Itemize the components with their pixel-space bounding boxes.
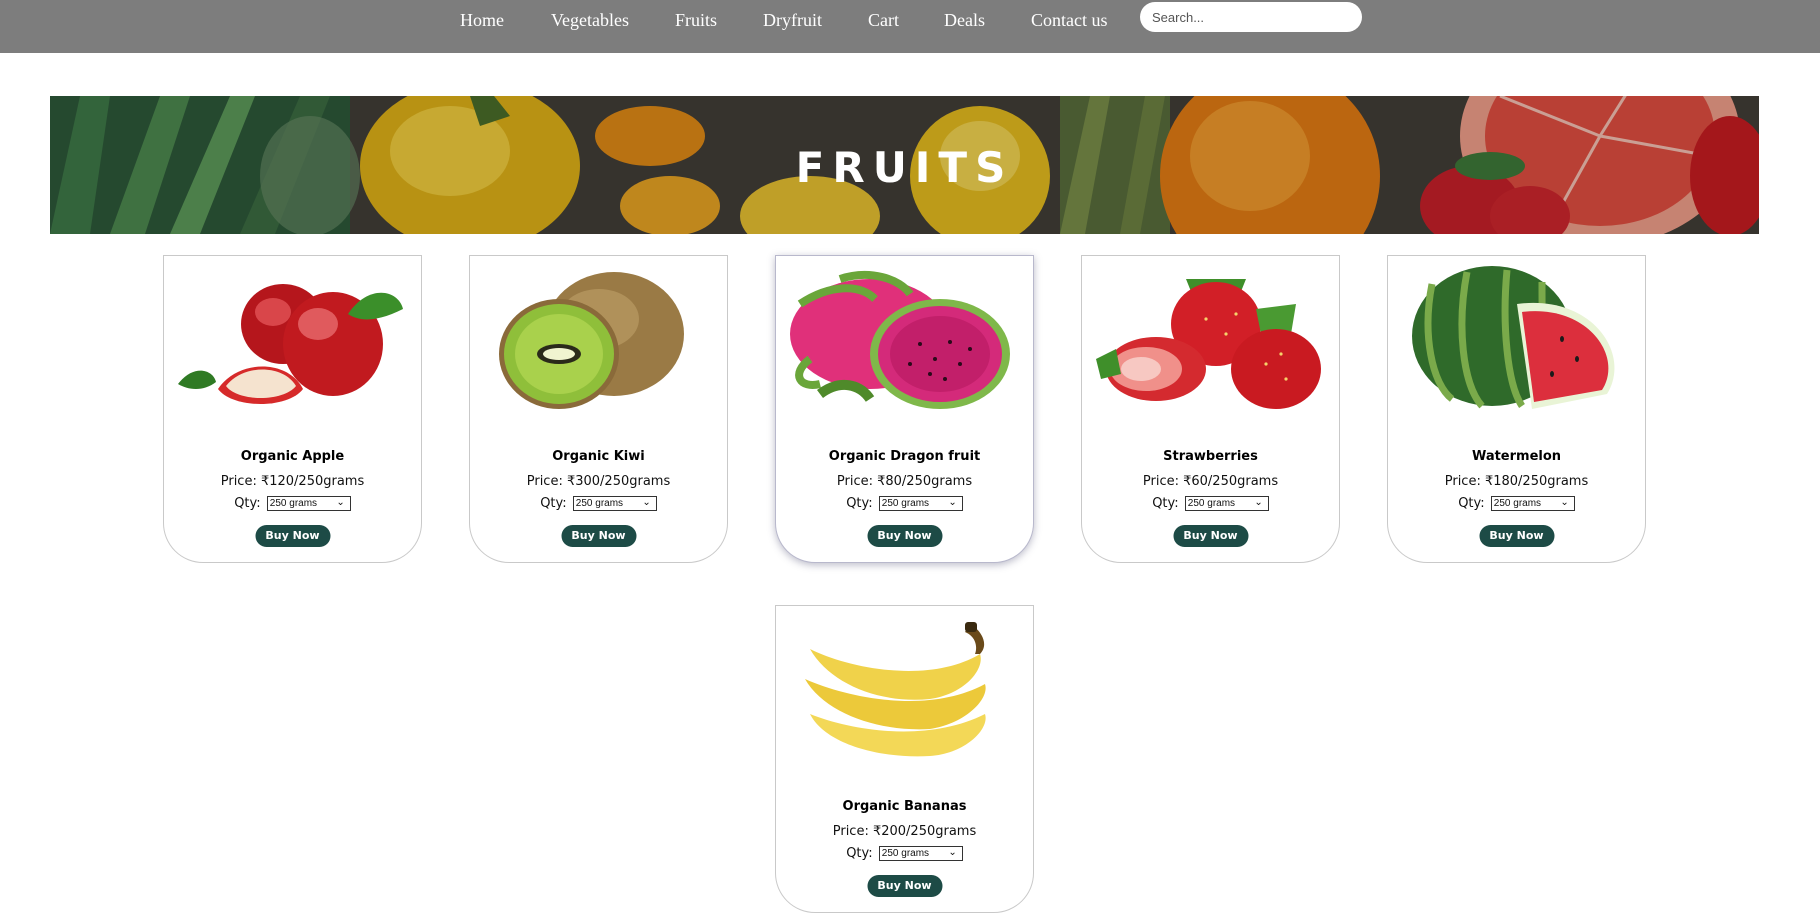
product-price: Price: ₹200/250grams: [832, 824, 977, 839]
buy-now-button[interactable]: Buy Now: [255, 525, 330, 547]
product-qty-row: Qty: 250 grams ⌄: [164, 496, 421, 511]
qty-value: 250 grams: [575, 498, 624, 509]
chevron-down-icon: ⌄: [336, 497, 345, 508]
product-qty-row: Qty: 250 grams ⌄: [470, 496, 727, 511]
qty-select[interactable]: 250 grams ⌄: [266, 496, 351, 511]
product-card-bananas: Organic Bananas Price: ₹200/250grams Qty…: [775, 605, 1034, 913]
qty-select[interactable]: 250 grams ⌄: [1184, 496, 1269, 511]
nav-link-home[interactable]: Home: [460, 10, 504, 31]
qty-label: Qty:: [540, 496, 567, 511]
product-price: Price: ₹80/250grams: [836, 474, 973, 489]
qty-value: 250 grams: [1187, 498, 1236, 509]
product-price: Price: ₹120/250grams: [220, 474, 365, 489]
chevron-down-icon: ⌄: [1560, 497, 1569, 508]
product-card-strawberries: Strawberries Price: ₹60/250grams Qty: 25…: [1081, 255, 1340, 563]
qty-value: 250 grams: [1493, 498, 1542, 509]
product-name: Watermelon: [1471, 449, 1562, 464]
chevron-down-icon: ⌄: [642, 497, 651, 508]
strawberries-image: [1096, 279, 1321, 409]
qty-value: 250 grams: [881, 848, 930, 859]
fruits-banner: FRUITS: [50, 96, 1759, 234]
buy-now-button[interactable]: Buy Now: [867, 525, 942, 547]
product-card-watermelon: Watermelon Price: ₹180/250grams Qty: 250…: [1387, 255, 1646, 563]
product-card-apple: Organic Apple Price: ₹120/250grams Qty: …: [163, 255, 422, 563]
product-price: Price: ₹60/250grams: [1142, 474, 1279, 489]
qty-select[interactable]: 250 grams ⌄: [878, 846, 963, 861]
qty-label: Qty:: [846, 846, 873, 861]
nav-link-contact[interactable]: Contact us: [1031, 10, 1108, 31]
apple-image: [178, 284, 403, 404]
top-navbar: Home Vegetables Fruits Dryfruit Cart Dea…: [0, 0, 1820, 53]
chevron-down-icon: ⌄: [948, 847, 957, 858]
qty-select[interactable]: 250 grams ⌄: [1490, 496, 1575, 511]
product-qty-row: Qty: 250 grams ⌄: [1082, 496, 1339, 511]
product-qty-row: Qty: 250 grams ⌄: [776, 846, 1033, 861]
qty-label: Qty:: [234, 496, 261, 511]
nav-link-dryfruit[interactable]: Dryfruit: [763, 10, 822, 31]
product-card-kiwi: Organic Kiwi Price: ₹300/250grams Qty: 2…: [469, 255, 728, 563]
chevron-down-icon: ⌄: [948, 497, 957, 508]
kiwi-image: [499, 272, 684, 409]
nav-link-cart[interactable]: Cart: [868, 10, 899, 31]
product-price: Price: ₹300/250grams: [526, 474, 671, 489]
qty-label: Qty:: [1458, 496, 1485, 511]
nav-link-fruits[interactable]: Fruits: [675, 10, 717, 31]
product-price: Price: ₹180/250grams: [1444, 474, 1589, 489]
product-name: Organic Apple: [240, 449, 345, 464]
banner-title: FRUITS: [795, 143, 1014, 192]
buy-now-button[interactable]: Buy Now: [1173, 525, 1248, 547]
qty-select[interactable]: 250 grams ⌄: [878, 496, 963, 511]
product-qty-row: Qty: 250 grams ⌄: [776, 496, 1033, 511]
product-name: Organic Kiwi: [552, 449, 645, 464]
product-name: Organic Bananas: [842, 799, 967, 814]
nav-link-deals[interactable]: Deals: [944, 10, 985, 31]
product-card-dragon-fruit: Organic Dragon fruit Price: ₹80/250grams…: [775, 255, 1034, 563]
buy-now-button[interactable]: Buy Now: [1479, 525, 1554, 547]
qty-label: Qty:: [846, 496, 873, 511]
bananas-image: [805, 622, 986, 757]
watermelon-image: [1412, 266, 1615, 409]
buy-now-button[interactable]: Buy Now: [867, 875, 942, 897]
product-name: Organic Dragon fruit: [828, 449, 981, 464]
product-name: Strawberries: [1163, 449, 1258, 464]
qty-label: Qty:: [1152, 496, 1179, 511]
buy-now-button[interactable]: Buy Now: [561, 525, 636, 547]
product-qty-row: Qty: 250 grams ⌄: [1388, 496, 1645, 511]
qty-value: 250 grams: [881, 498, 930, 509]
chevron-down-icon: ⌄: [1254, 497, 1263, 508]
qty-select[interactable]: 250 grams ⌄: [572, 496, 657, 511]
qty-value: 250 grams: [269, 498, 318, 509]
search-input[interactable]: [1140, 2, 1362, 32]
dragon-fruit-image: [790, 270, 1010, 409]
nav-link-vegetables[interactable]: Vegetables: [551, 10, 629, 31]
